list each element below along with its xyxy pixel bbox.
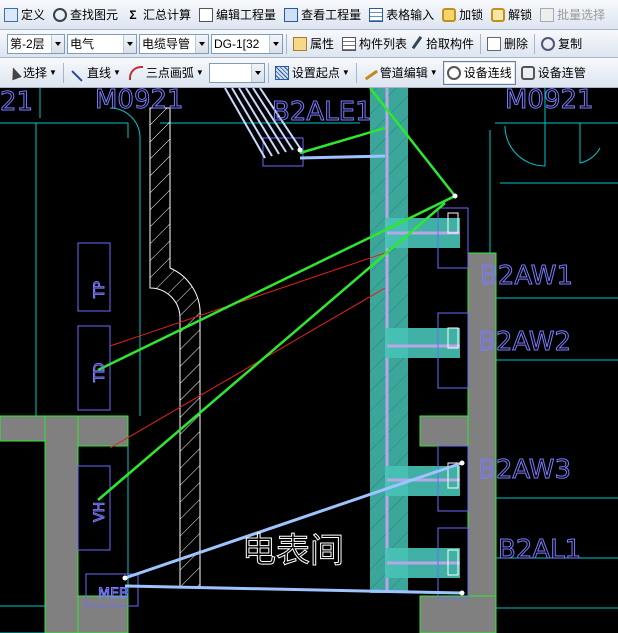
draw-toolbar: 选择 ▼ 直线 ▼ 三点画弧 ▼ 设置起点 ▼ 管道编辑 ▼ 设备连线 设备连管	[0, 58, 618, 88]
find-element-button[interactable]: 查找图元	[50, 4, 121, 26]
batch-select-icon	[540, 7, 555, 22]
device-connect-icon	[446, 65, 461, 80]
eyedropper-icon	[411, 35, 427, 52]
panel-b2aw3-label: B2AW3	[478, 455, 571, 485]
sum-calc-button[interactable]: Σ 汇总计算	[123, 4, 194, 26]
list-icon	[342, 36, 357, 51]
cursor-arrow-icon	[8, 65, 22, 80]
device-connect-button[interactable]: 设备连线	[442, 60, 516, 85]
properties-button[interactable]: 属性	[290, 33, 337, 55]
select-button[interactable]: 选择 ▼	[7, 62, 60, 84]
door-edge-label: 21	[0, 88, 33, 117]
set-start-button[interactable]: 设置起点 ▼	[272, 62, 353, 84]
magnifier-icon	[284, 7, 299, 22]
dropdown-arrow-icon: ▼	[341, 68, 350, 77]
edit-quantity-button[interactable]: 编辑工程量	[196, 4, 279, 26]
category-select[interactable]: 电缆导管	[139, 33, 209, 54]
three-point-arc-button[interactable]: 三点画弧 ▼	[126, 62, 207, 84]
line-icon	[71, 69, 83, 82]
toolbar-separator	[355, 62, 357, 83]
toolbar-separator	[286, 33, 287, 54]
toolbar-separator	[480, 33, 482, 54]
unlock-icon	[491, 7, 506, 22]
table-input-button[interactable]: 表格输入	[366, 4, 437, 26]
table-icon	[369, 7, 384, 22]
door-right-label: M0921	[505, 88, 594, 115]
panel-b2aw2-label: B2AW2	[478, 327, 571, 357]
panel-b2ale1-label: B2ALE1	[272, 97, 372, 127]
toolbar-separator	[534, 33, 536, 54]
delete-icon	[487, 36, 502, 51]
chevron-down-icon	[269, 34, 282, 53]
dropdown-arrow-icon: ▼	[49, 68, 57, 77]
dropdown-arrow-icon: ▼	[195, 68, 204, 77]
chevron-down-icon	[51, 34, 64, 53]
component-select[interactable]: DG-1[32	[211, 33, 283, 54]
device-connect-pipe-button[interactable]: 设备连管	[518, 62, 589, 84]
chevron-down-icon	[195, 34, 208, 53]
set-start-icon	[274, 65, 289, 80]
panel-b2al1-label: B2AL1	[498, 535, 581, 565]
component-toolbar: 第-2层 电气 电缆导管 DG-1[32 属性 构件列表 拾取构件 删除 复制	[0, 30, 618, 58]
arc-icon	[128, 65, 143, 80]
component-list-button[interactable]: 构件列表	[339, 33, 410, 55]
sigma-icon: Σ	[129, 7, 137, 22]
delete-button[interactable]: 删除	[484, 33, 531, 55]
dropdown-arrow-icon: ▼	[112, 68, 121, 77]
properties-icon	[293, 36, 307, 51]
room-name-label: 电表间	[242, 531, 344, 571]
box-vh-label: VH	[92, 502, 108, 522]
arc-option-select[interactable]	[208, 62, 265, 83]
edit-table-icon	[199, 7, 214, 22]
copy-button[interactable]: 复制	[538, 33, 585, 55]
box-meb-label: MEB	[98, 586, 129, 602]
pipe-edit-button[interactable]: 管道编辑 ▼	[360, 62, 441, 84]
main-toolbar: 定义 查找图元 Σ 汇总计算 编辑工程量 查看工程量 表格输入 加锁 解锁 批量选…	[0, 0, 618, 30]
cad-drawing-canvas[interactable]: 21 M0921 M0921 B2ALE1 B2AW1 B2AW2 B2AW3 …	[0, 88, 618, 633]
view-quantity-button[interactable]: 查看工程量	[281, 4, 364, 26]
floor-select[interactable]: 第-2层	[7, 33, 65, 54]
pencil-icon	[361, 65, 378, 80]
device-connect-pipe-icon	[520, 65, 535, 80]
batch-select-button[interactable]: 批量选择	[537, 4, 608, 26]
pick-component-button[interactable]: 拾取构件	[411, 33, 477, 55]
discipline-select[interactable]: 电气	[67, 33, 137, 54]
box-tp-label: TP	[92, 281, 108, 299]
chevron-down-icon	[123, 34, 136, 53]
dropdown-arrow-icon: ▼	[429, 68, 438, 77]
define-button[interactable]: 定义	[1, 4, 48, 26]
panel-b2aw1-label: B2AW1	[480, 261, 573, 291]
lock-icon	[442, 7, 457, 22]
copy-icon	[541, 36, 556, 51]
binoculars-icon	[53, 7, 68, 22]
chevron-down-icon	[250, 63, 264, 82]
toolbar-separator	[267, 62, 269, 83]
line-button[interactable]: 直线 ▼	[67, 62, 124, 84]
toolbar-separator	[62, 62, 64, 83]
box-td-label: TD	[92, 363, 108, 383]
unlock-button[interactable]: 解锁	[488, 4, 535, 26]
define-icon	[4, 7, 18, 22]
door-left-label: M0921	[95, 88, 184, 115]
lock-button[interactable]: 加锁	[439, 4, 486, 26]
